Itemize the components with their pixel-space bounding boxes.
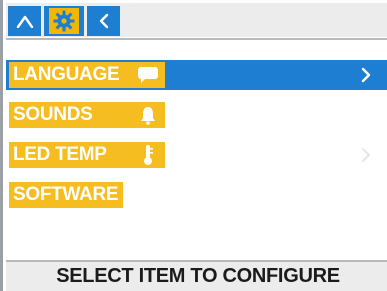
speech-bubble-icon — [137, 65, 159, 85]
chevron-left-icon — [99, 13, 108, 29]
settings-button[interactable] — [44, 6, 84, 36]
gear-icon — [53, 10, 75, 32]
status-text: SELECT ITEM TO CONFIGURE — [56, 265, 340, 287]
thermometer-icon — [137, 145, 159, 165]
menu-item-led-temp[interactable]: LED TEMP — [9, 142, 165, 168]
menu-item-software[interactable]: SOFTWARE — [9, 182, 123, 208]
menu-item-language[interactable]: LANGUAGE — [9, 62, 165, 88]
status-bar: SELECT ITEM TO CONFIGURE — [6, 260, 387, 291]
menu-item-label: LANGUAGE — [13, 64, 120, 85]
top-toolbar — [6, 3, 387, 37]
bell-icon — [137, 105, 159, 125]
toolbar-divider — [6, 38, 387, 40]
home-button[interactable] — [8, 6, 41, 36]
chevron-right-icon[interactable] — [359, 62, 373, 88]
device-screen: LANGUAGE SOUNDS LED TEMP SOFTWARE SELECT… — [0, 0, 387, 291]
home-icon — [16, 15, 33, 28]
menu-item-label: SOUNDS — [13, 104, 93, 125]
menu-item-label: SOFTWARE — [13, 184, 119, 205]
back-button[interactable] — [87, 6, 120, 36]
chevron-right-faint-icon — [359, 142, 373, 168]
menu-item-sounds[interactable]: SOUNDS — [9, 102, 165, 128]
menu-item-label: LED TEMP — [13, 144, 107, 165]
